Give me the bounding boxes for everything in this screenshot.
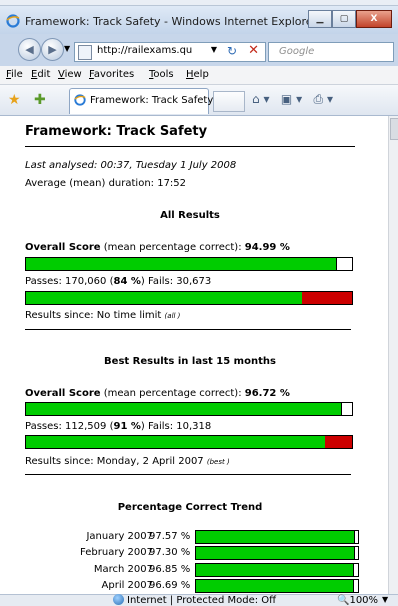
trend-month: February 2007: [80, 547, 153, 558]
window-title: Framework: Track Safety - Windows Intern…: [25, 15, 318, 28]
trend-percent: 96.85 %: [149, 564, 191, 575]
favorites-toolbar: ★ ✚ Framework: Track Safety ⌂ ▾ ▣ ▾ ⎙ ▾: [0, 85, 398, 116]
trend-bar-fill: [196, 580, 354, 592]
best-overall-score: Overall Score (mean percentage correct):…: [25, 388, 290, 399]
page-icon: [78, 45, 92, 60]
minimize-button[interactable]: ▁: [308, 10, 332, 28]
trend-percent: 97.30 %: [149, 547, 191, 558]
status-bar: Internet | Protected Mode: Off 🔍100% ▼: [0, 594, 398, 606]
menu-tools[interactable]: Tools: [149, 69, 174, 80]
forward-button[interactable]: ▶: [41, 38, 64, 61]
trend-month: April 2007: [101, 580, 153, 591]
trend-row: January 2007 97.57 %: [25, 530, 365, 544]
status-text: Internet | Protected Mode: Off: [127, 595, 277, 606]
command-bar: ⌂ ▾ ▣ ▾ ⎙ ▾: [252, 92, 333, 106]
page-title: Framework: Track Safety: [25, 124, 208, 139]
trend-percent: 97.57 %: [149, 531, 191, 542]
all-pass-fail-bar: [25, 291, 353, 305]
back-arrow-icon: ◀: [25, 43, 34, 56]
menu-edit[interactable]: Edit: [31, 69, 50, 80]
all-score-bar: [25, 257, 353, 271]
search-input[interactable]: Google: [268, 42, 394, 62]
menu-file[interactable]: File: [6, 69, 23, 80]
trend-row: April 2007 96.69 %: [25, 579, 365, 593]
url-dropdown-icon[interactable]: ▼: [211, 45, 217, 54]
maximize-button[interactable]: ▢: [332, 10, 356, 28]
trend-bar-fill: [196, 564, 354, 576]
new-tab-button[interactable]: [213, 91, 245, 112]
trend-month: January 2007: [86, 531, 153, 542]
best-score-bar: [25, 402, 353, 416]
best-fail-fill: [324, 436, 352, 448]
favorites-star-icon[interactable]: ★: [8, 92, 21, 108]
section-divider: [25, 329, 351, 330]
all-pass-fill: [26, 292, 304, 304]
globe-icon: [113, 594, 124, 605]
section-divider: [25, 474, 351, 475]
average-duration: Average (mean) duration: 17:52: [25, 178, 187, 189]
print-icon[interactable]: ⎙: [314, 92, 324, 106]
all-results-since: Results since: No time limit (all ): [25, 310, 181, 321]
best-passes-fails: Passes: 112,509 (91 %) Fails: 10,318: [25, 421, 212, 432]
best-score-fill: [26, 403, 343, 415]
trend-bar: [195, 579, 359, 593]
zoom-level[interactable]: 🔍100%: [337, 595, 378, 606]
feeds-icon[interactable]: ▣: [281, 92, 292, 106]
best-pass-fill: [26, 436, 326, 448]
all-score-fill: [26, 258, 337, 270]
title-bar: Framework: Track Safety - Windows Intern…: [0, 6, 398, 34]
zoom-dropdown-icon[interactable]: ▼: [382, 595, 388, 604]
tab-title: Framework: Track Safety: [90, 95, 214, 106]
trend-percent: 96.69 %: [149, 580, 191, 591]
all-results-heading: All Results: [160, 210, 220, 221]
stop-icon[interactable]: ✕: [248, 43, 259, 58]
trend-bar-fill: [196, 547, 355, 559]
trend-month: March 2007: [93, 564, 153, 575]
title-divider: [25, 146, 355, 147]
scrollbar-thumb[interactable]: [390, 118, 398, 140]
add-favorites-icon[interactable]: ✚: [34, 92, 46, 108]
trend-bar: [195, 546, 359, 560]
vertical-scrollbar[interactable]: [388, 116, 398, 594]
home-icon[interactable]: ⌂: [252, 92, 260, 106]
menu-bar: File Edit View Favorites Tools Help: [0, 66, 398, 85]
address-bar: ◀ ▶ ▼ http://railexams.qu ▼ ↻ ✕ Google: [0, 34, 398, 64]
close-button[interactable]: X: [356, 10, 392, 28]
history-dropdown-icon[interactable]: ▼: [64, 44, 70, 53]
best-pass-fail-bar: [25, 435, 353, 449]
menu-view[interactable]: View: [58, 69, 82, 80]
best-results-heading: Best Results in last 15 months: [104, 356, 276, 367]
ie-logo-icon: [6, 14, 20, 28]
all-overall-score: Overall Score (mean percentage correct):…: [25, 242, 290, 253]
url-text: http://railexams.qu: [97, 45, 193, 56]
menu-favorites[interactable]: Favorites: [89, 69, 134, 80]
url-input[interactable]: http://railexams.qu ▼ ↻ ✕: [74, 42, 266, 62]
all-fail-fill: [302, 292, 352, 304]
tab-framework-track-safety[interactable]: Framework: Track Safety: [69, 88, 213, 114]
trend-row: February 2007 97.30 %: [25, 546, 365, 560]
search-placeholder: Google: [279, 46, 315, 57]
all-passes-fails: Passes: 170,060 (84 %) Fails: 30,673: [25, 276, 212, 287]
last-analysed: Last analysed: 00:37, Tuesday 1 July 200…: [25, 160, 237, 171]
forward-arrow-icon: ▶: [48, 43, 57, 56]
page-content: Framework: Track Safety Last analysed: 0…: [0, 116, 388, 594]
trend-row: March 2007 96.85 %: [25, 563, 365, 577]
menu-help[interactable]: Help: [186, 69, 209, 80]
back-button[interactable]: ◀: [18, 38, 41, 61]
trend-heading: Percentage Correct Trend: [117, 502, 263, 513]
trend-bar: [195, 563, 359, 577]
trend-bar: [195, 530, 359, 544]
tab-ie-icon: [74, 94, 86, 106]
best-results-since: Results since: Monday, 2 April 2007 (bes…: [25, 456, 230, 467]
refresh-icon[interactable]: ↻: [227, 44, 237, 58]
trend-bar-fill: [196, 531, 356, 543]
